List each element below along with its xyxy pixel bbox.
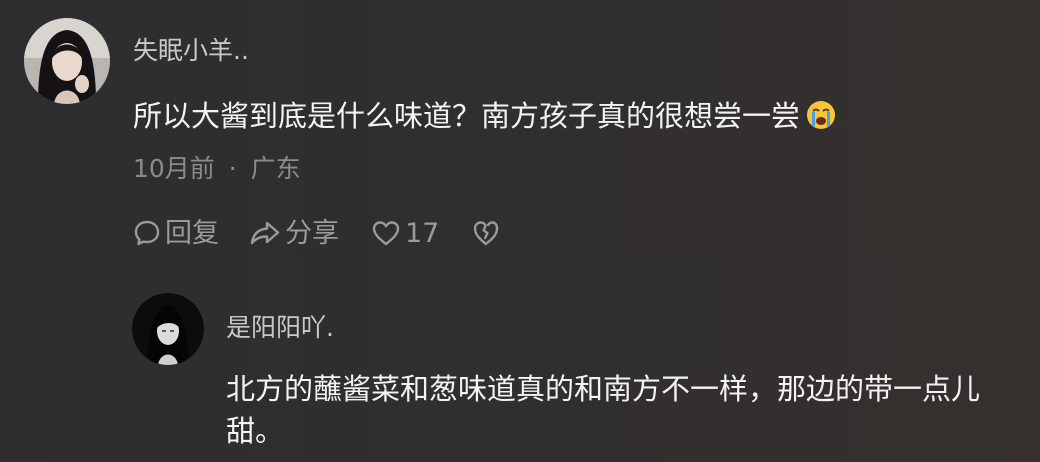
chat-bubble-icon (133, 219, 161, 247)
broken-heart-icon (471, 219, 501, 247)
comment-actions: 回复 分享 17 (133, 219, 501, 247)
reply-avatar[interactable] (132, 293, 204, 365)
comment-meta: 10月前 · 广东 (133, 156, 301, 181)
avatar[interactable] (24, 18, 110, 104)
reply-username[interactable]: 是阳阳吖. (226, 315, 334, 340)
loudly-crying-face-icon (806, 99, 836, 129)
reply-text: 北方的蘸酱菜和葱味道真的和南方不一样，那边的带一点儿甜。 (226, 372, 981, 449)
reply-label: 回复 (165, 217, 219, 249)
like-count: 17 (405, 217, 440, 249)
heart-icon (371, 219, 401, 247)
share-button[interactable]: 分享 (249, 219, 339, 247)
reply-button[interactable]: 回复 (133, 219, 219, 247)
meta-separator: · (228, 154, 237, 183)
username[interactable]: 失眠小羊.. (133, 38, 249, 63)
comment-time: 10月前 (133, 154, 215, 183)
dislike-button[interactable] (471, 219, 501, 247)
share-label: 分享 (285, 217, 339, 249)
like-button[interactable]: 17 (371, 219, 439, 247)
comment-text: 所以大酱到底是什么味道？南方孩子真的很想尝一尝 (133, 95, 1013, 137)
share-arrow-icon (249, 219, 281, 247)
comment-text-content: 所以大酱到底是什么味道？南方孩子真的很想尝一尝 (133, 99, 801, 133)
comment-location: 广东 (250, 154, 301, 183)
